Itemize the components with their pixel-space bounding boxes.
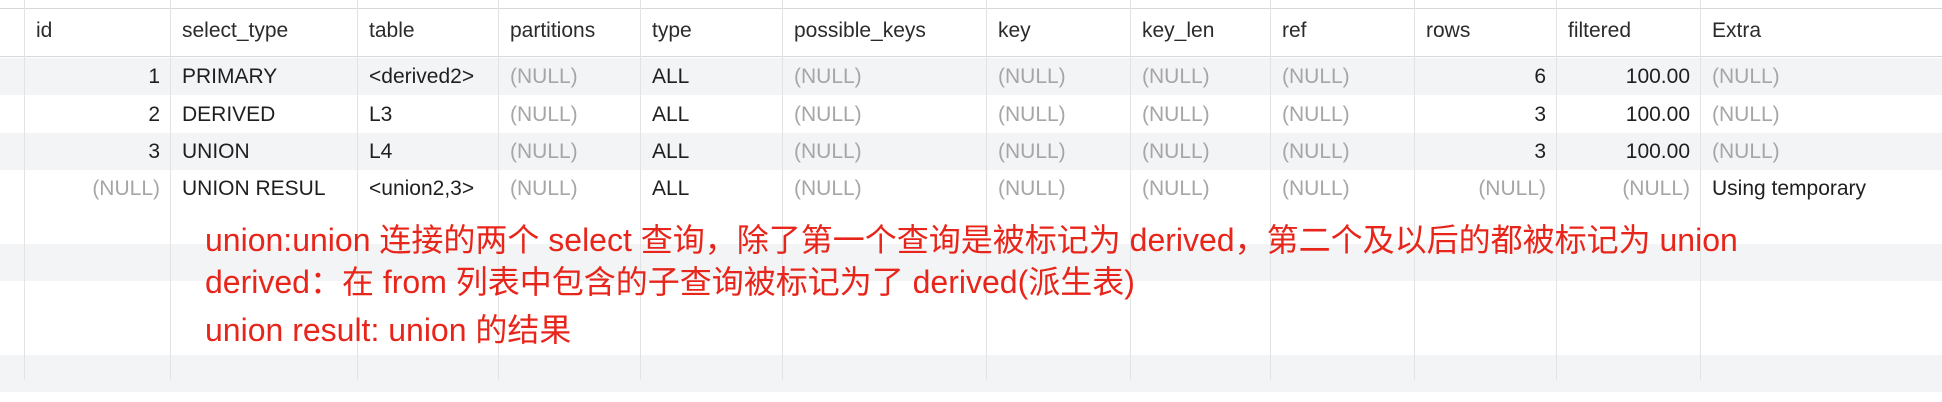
cell-type[interactable]: ALL: [652, 96, 778, 133]
cell-select-type[interactable]: PRIMARY: [182, 58, 353, 95]
cell-filtered[interactable]: 100.00: [1556, 58, 1690, 95]
cell-partitions[interactable]: (NULL): [510, 96, 636, 133]
cell-id[interactable]: (NULL): [24, 170, 160, 207]
cell-rows[interactable]: 3: [1414, 133, 1546, 170]
row-stripe: [0, 355, 1942, 392]
cell-rows[interactable]: (NULL): [1414, 170, 1546, 207]
cell-possible-keys[interactable]: (NULL): [794, 58, 982, 95]
annotation-derived: derived：在 from 列表中包含的子查询被标记为了 derived(派生…: [205, 264, 1135, 300]
cell-filtered[interactable]: 100.00: [1556, 133, 1690, 170]
cell-ref[interactable]: (NULL): [1282, 133, 1410, 170]
cell-key-len[interactable]: (NULL): [1142, 58, 1266, 95]
cell-ref[interactable]: (NULL): [1282, 170, 1410, 207]
column-header-key[interactable]: key: [998, 10, 1126, 52]
column-divider[interactable]: [1700, 0, 1701, 380]
cell-extra[interactable]: (NULL): [1712, 96, 1931, 133]
cell-table[interactable]: L3: [369, 96, 494, 133]
top-border: [0, 8, 1942, 9]
column-header-id[interactable]: id: [36, 10, 166, 52]
cell-rows[interactable]: 6: [1414, 58, 1546, 95]
cell-possible-keys[interactable]: (NULL): [794, 96, 982, 133]
cell-partitions[interactable]: (NULL): [510, 170, 636, 207]
cell-type[interactable]: ALL: [652, 58, 778, 95]
cell-extra[interactable]: (NULL): [1712, 58, 1931, 95]
cell-extra[interactable]: Using temporary: [1712, 170, 1931, 207]
cell-key[interactable]: (NULL): [998, 58, 1126, 95]
cell-type[interactable]: ALL: [652, 133, 778, 170]
column-divider[interactable]: [640, 0, 641, 380]
header-divider: [0, 56, 1942, 57]
cell-type[interactable]: ALL: [652, 170, 778, 207]
cell-extra[interactable]: (NULL): [1712, 133, 1931, 170]
cell-select-type[interactable]: UNION: [182, 133, 353, 170]
column-header-extra[interactable]: Extra: [1712, 10, 1931, 52]
cell-filtered[interactable]: (NULL): [1556, 170, 1690, 207]
cell-partitions[interactable]: (NULL): [510, 58, 636, 95]
column-divider[interactable]: [170, 0, 171, 380]
cell-id[interactable]: 1: [24, 58, 160, 95]
column-header-key-len[interactable]: key_len: [1142, 10, 1266, 52]
cell-possible-keys[interactable]: (NULL): [794, 133, 982, 170]
cell-key-len[interactable]: (NULL): [1142, 133, 1266, 170]
cell-key-len[interactable]: (NULL): [1142, 170, 1266, 207]
column-header-table[interactable]: table: [369, 10, 494, 52]
cell-ref[interactable]: (NULL): [1282, 96, 1410, 133]
cell-table[interactable]: <union2,3>: [369, 170, 494, 207]
cell-possible-keys[interactable]: (NULL): [794, 170, 982, 207]
annotation-union: union:union 连接的两个 select 查询，除了第一个查询是被标记为…: [205, 222, 1738, 258]
cell-key-len[interactable]: (NULL): [1142, 96, 1266, 133]
column-header-filtered[interactable]: filtered: [1568, 10, 1696, 52]
column-divider[interactable]: [782, 0, 783, 380]
column-header-select-type[interactable]: select_type: [182, 10, 353, 52]
column-header-partitions[interactable]: partitions: [510, 10, 636, 52]
column-header-type[interactable]: type: [652, 10, 778, 52]
column-header-possible-keys[interactable]: possible_keys: [794, 10, 982, 52]
cell-partitions[interactable]: (NULL): [510, 133, 636, 170]
column-header-rows[interactable]: rows: [1426, 10, 1552, 52]
cell-key[interactable]: (NULL): [998, 96, 1126, 133]
cell-key[interactable]: (NULL): [998, 133, 1126, 170]
cell-table[interactable]: L4: [369, 133, 494, 170]
cell-select-type[interactable]: DERIVED: [182, 96, 353, 133]
cell-id[interactable]: 3: [24, 133, 160, 170]
column-header-ref[interactable]: ref: [1282, 10, 1410, 52]
column-divider[interactable]: [1270, 0, 1271, 380]
cell-id[interactable]: 2: [24, 96, 160, 133]
cell-select-type[interactable]: UNION RESUL: [182, 170, 353, 207]
column-divider[interactable]: [986, 0, 987, 380]
cell-rows[interactable]: 3: [1414, 96, 1546, 133]
cell-key[interactable]: (NULL): [998, 170, 1126, 207]
cell-ref[interactable]: (NULL): [1282, 58, 1410, 95]
annotation-union-result: union result: union 的结果: [205, 312, 572, 348]
cell-table[interactable]: <derived2>: [369, 58, 494, 95]
column-divider[interactable]: [1130, 0, 1131, 380]
cell-filtered[interactable]: 100.00: [1556, 96, 1690, 133]
